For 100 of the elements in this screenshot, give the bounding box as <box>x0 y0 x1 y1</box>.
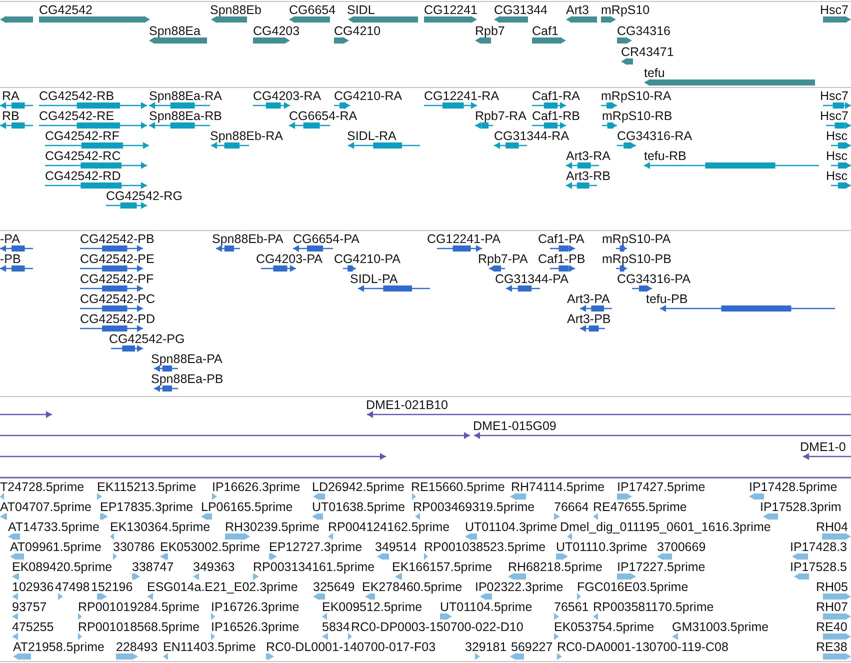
gene-glyph[interactable] <box>424 16 477 23</box>
protein-glyph[interactable] <box>80 265 143 272</box>
transcript-glyph[interactable] <box>566 182 597 189</box>
est-glyph[interactable] <box>510 653 524 660</box>
transcript-glyph[interactable] <box>0 122 33 129</box>
clone-glyph[interactable] <box>474 432 851 439</box>
est-glyph[interactable] <box>78 613 82 620</box>
transcript-glyph[interactable] <box>831 182 851 189</box>
est-glyph[interactable] <box>322 633 328 640</box>
transcript-glyph[interactable] <box>601 102 617 109</box>
protein-glyph[interactable] <box>437 245 482 252</box>
est-glyph[interactable] <box>763 513 778 520</box>
transcript-glyph[interactable] <box>45 182 147 189</box>
est-glyph[interactable] <box>13 653 31 660</box>
transcript-glyph[interactable] <box>45 142 149 149</box>
est-glyph[interactable] <box>508 573 526 580</box>
gene-glyph[interactable] <box>348 16 418 23</box>
est-glyph[interactable] <box>822 533 851 540</box>
est-glyph[interactable] <box>225 533 250 540</box>
protein-glyph[interactable] <box>80 325 143 332</box>
est-glyph[interactable] <box>12 573 19 580</box>
est-glyph[interactable] <box>12 633 18 640</box>
est-glyph[interactable] <box>212 493 217 500</box>
protein-glyph[interactable] <box>580 325 605 332</box>
est-glyph[interactable] <box>163 653 168 660</box>
est-glyph[interactable] <box>823 633 851 640</box>
clone-glyph[interactable] <box>0 432 470 439</box>
transcript-glyph[interactable] <box>149 122 210 129</box>
clone-glyph[interactable] <box>367 411 851 418</box>
protein-glyph[interactable] <box>0 265 33 272</box>
est-glyph[interactable] <box>116 653 138 660</box>
est-glyph[interactable] <box>794 573 809 580</box>
clone-glyph[interactable] <box>0 411 52 418</box>
est-glyph[interactable] <box>0 493 4 500</box>
est-glyph[interactable] <box>823 613 851 620</box>
gene-glyph[interactable] <box>39 16 150 23</box>
est-glyph[interactable] <box>557 653 562 660</box>
transcript-glyph[interactable] <box>106 202 147 209</box>
est-glyph[interactable] <box>12 593 18 600</box>
est-glyph[interactable] <box>160 553 168 560</box>
est-glyph[interactable] <box>312 513 323 520</box>
est-glyph[interactable] <box>313 593 325 600</box>
protein-glyph[interactable] <box>80 245 143 252</box>
est-glyph[interactable] <box>269 553 277 560</box>
clone-glyph[interactable] <box>803 453 851 460</box>
est-glyph[interactable] <box>377 553 389 560</box>
transcript-glyph[interactable] <box>211 142 249 149</box>
transcript-glyph[interactable] <box>424 102 477 109</box>
transcript-glyph[interactable] <box>644 162 819 169</box>
est-glyph[interactable] <box>577 593 581 600</box>
est-glyph[interactable] <box>424 553 428 560</box>
protein-glyph[interactable] <box>154 365 178 372</box>
gene-glyph[interactable] <box>0 16 33 23</box>
transcript-glyph[interactable] <box>253 102 290 109</box>
transcript-glyph[interactable] <box>475 122 493 129</box>
est-glyph[interactable] <box>593 513 598 520</box>
est-glyph[interactable] <box>58 593 63 600</box>
transcript-glyph[interactable] <box>532 102 566 109</box>
protein-glyph[interactable] <box>154 385 178 392</box>
transcript-glyph[interactable] <box>334 102 350 109</box>
protein-glyph[interactable] <box>616 265 627 272</box>
est-glyph[interactable] <box>211 613 215 620</box>
transcript-glyph[interactable] <box>348 142 420 149</box>
gene-glyph[interactable] <box>475 37 491 44</box>
est-glyph[interactable] <box>0 513 7 520</box>
est-glyph[interactable] <box>556 553 568 560</box>
transcript-glyph[interactable] <box>566 162 599 169</box>
transcript-glyph[interactable] <box>494 142 527 149</box>
protein-glyph[interactable] <box>80 305 143 312</box>
est-glyph[interactable] <box>593 613 598 620</box>
est-glyph[interactable] <box>12 613 18 620</box>
est-glyph[interactable] <box>617 573 636 580</box>
est-glyph[interactable] <box>328 533 333 540</box>
est-glyph[interactable] <box>253 573 259 580</box>
est-glyph[interactable] <box>266 653 274 660</box>
est-glyph[interactable] <box>554 513 560 520</box>
est-glyph[interactable] <box>657 553 672 560</box>
est-glyph[interactable] <box>395 573 402 580</box>
gene-glyph[interactable] <box>644 79 815 86</box>
transcript-glyph[interactable] <box>823 102 851 109</box>
est-glyph[interactable] <box>110 533 114 540</box>
gene-glyph[interactable] <box>621 58 633 65</box>
protein-glyph[interactable] <box>616 245 627 252</box>
protein-glyph[interactable] <box>111 345 143 352</box>
est-glyph[interactable] <box>415 513 420 520</box>
gene-glyph[interactable] <box>823 16 851 23</box>
est-glyph[interactable] <box>465 533 477 540</box>
est-glyph[interactable] <box>97 493 102 500</box>
transcript-glyph[interactable] <box>149 102 210 109</box>
gene-glyph[interactable] <box>601 16 616 23</box>
est-glyph[interactable] <box>365 593 375 600</box>
est-glyph[interactable] <box>313 493 325 500</box>
gene-glyph[interactable] <box>334 37 349 44</box>
est-glyph[interactable] <box>823 593 851 600</box>
est-glyph[interactable] <box>8 533 20 540</box>
est-glyph[interactable] <box>322 613 327 620</box>
est-glyph[interactable] <box>554 633 559 640</box>
est-glyph[interactable] <box>412 493 416 500</box>
protein-glyph[interactable] <box>343 265 356 272</box>
clone-glyph[interactable] <box>0 453 386 460</box>
